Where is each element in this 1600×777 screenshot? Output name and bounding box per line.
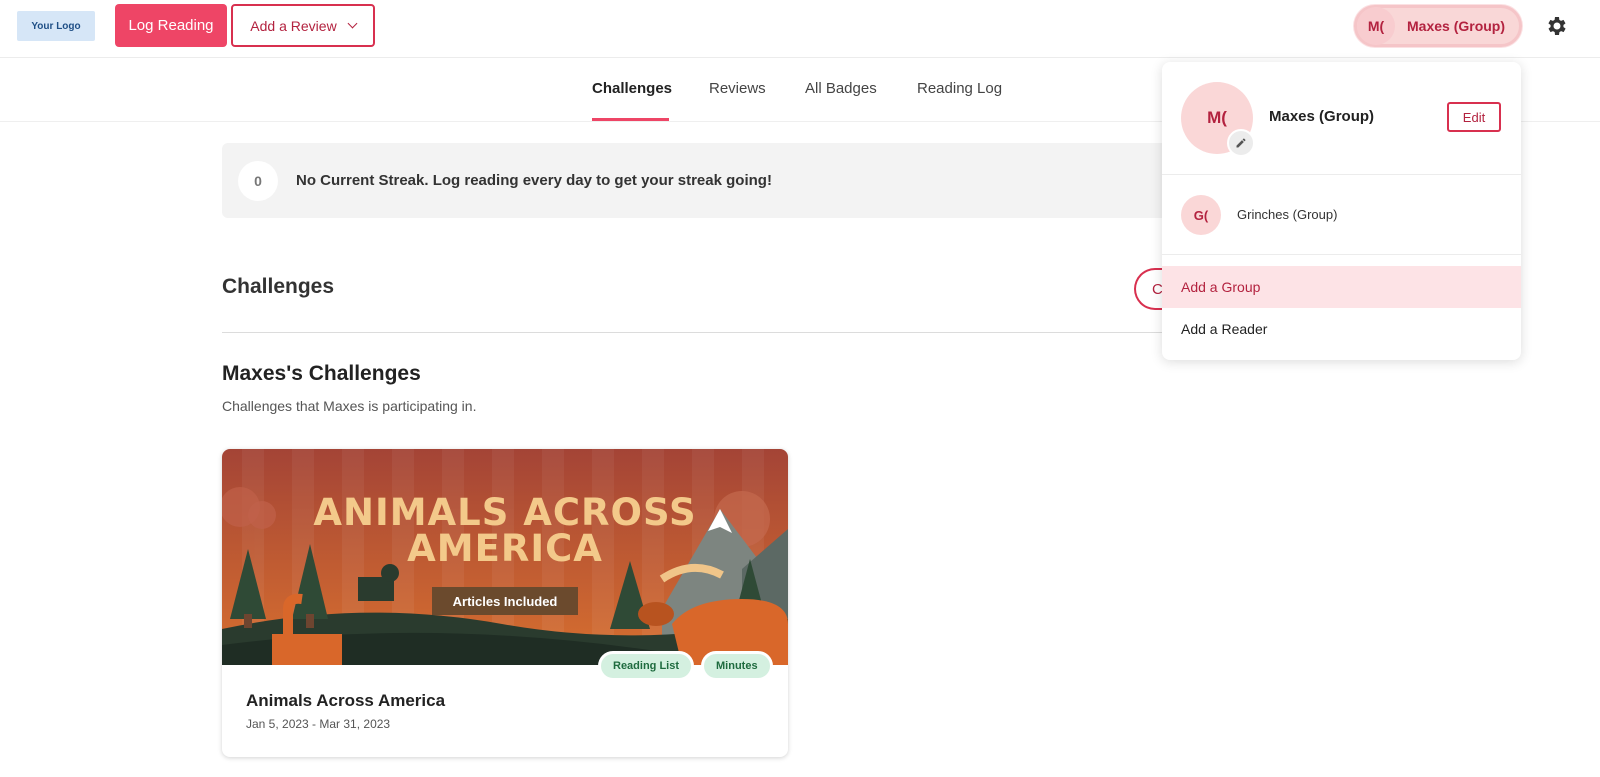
add-review-button[interactable]: Add a Review xyxy=(231,4,375,47)
challenge-card[interactable]: ANIMALS ACROSS AMERICA Articles Included… xyxy=(222,449,788,757)
tag-reading-list: Reading List xyxy=(598,651,695,681)
avatar[interactable]: G( xyxy=(1181,195,1221,235)
tab-reading-log[interactable]: Reading Log xyxy=(917,80,1002,97)
card-title: Animals Across America xyxy=(246,691,446,710)
pencil-icon[interactable] xyxy=(1227,129,1255,157)
banner-title-line2: AMERICA xyxy=(407,527,603,570)
tab-challenges[interactable]: Challenges xyxy=(592,80,672,97)
user-dropdown: M( Maxes (Group) Edit G( Grinches (Group… xyxy=(1162,62,1521,360)
card-dates: Jan 5, 2023 - Mar 31, 2023 xyxy=(246,717,391,731)
user-switcher[interactable]: M( Maxes (Group) xyxy=(1354,5,1522,47)
user-name: Maxes (Group) xyxy=(1407,18,1506,34)
tag-minutes: Minutes xyxy=(701,651,773,681)
active-tab-indicator xyxy=(592,118,669,121)
challenges-heading: Challenges xyxy=(222,275,335,298)
divider xyxy=(222,332,1192,333)
streak-count: 0 xyxy=(238,161,278,201)
divider xyxy=(1162,174,1521,175)
add-review-label: Add a Review xyxy=(250,17,337,34)
top-bar: Your Logo Log Reading Add a Review M( Ma… xyxy=(0,0,1600,58)
current-user-name: Maxes (Group) xyxy=(1269,108,1375,125)
streak-banner: 0 No Current Streak. Log reading every d… xyxy=(222,143,1262,218)
add-reader-item[interactable]: Add a Reader xyxy=(1162,308,1521,350)
switch-user-grinches[interactable]: Grinches (Group) xyxy=(1237,207,1337,222)
avatar: M( xyxy=(1357,7,1395,45)
section-title: Maxes's Challenges xyxy=(222,362,421,385)
gear-icon[interactable] xyxy=(1545,14,1569,38)
section-subtitle: Challenges that Maxes is participating i… xyxy=(222,398,477,414)
logo[interactable]: Your Logo xyxy=(17,11,95,41)
add-group-item[interactable]: Add a Group xyxy=(1162,266,1521,308)
divider xyxy=(1162,254,1521,255)
banner-ribbon: Articles Included xyxy=(432,587,578,615)
edit-button[interactable]: Edit xyxy=(1447,102,1501,132)
tab-reviews[interactable]: Reviews xyxy=(709,80,766,97)
log-reading-button[interactable]: Log Reading xyxy=(115,4,227,47)
streak-message: No Current Streak. Log reading every day… xyxy=(296,172,772,189)
chevron-down-icon xyxy=(347,18,358,29)
tab-all-badges[interactable]: All Badges xyxy=(805,80,877,97)
